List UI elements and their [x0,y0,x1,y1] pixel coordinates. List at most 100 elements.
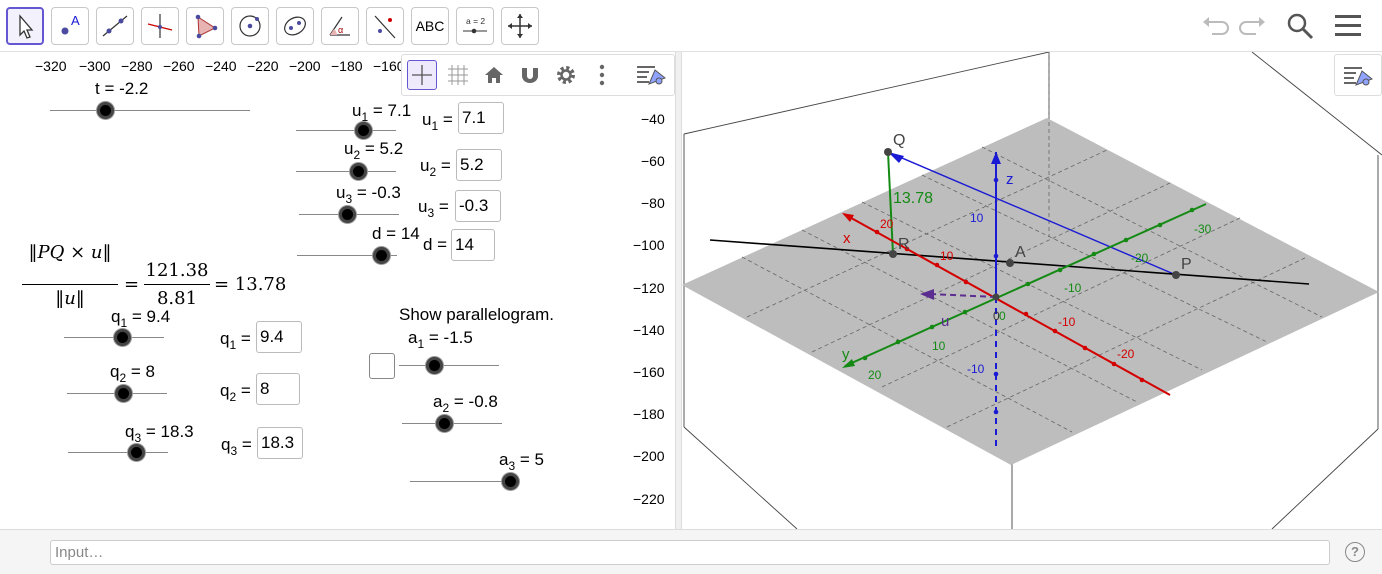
search-button[interactable] [1284,10,1316,42]
circle-tool-button[interactable] [231,7,269,45]
more-button[interactable] [587,60,617,90]
slider-q2-knob[interactable] [115,385,132,402]
input-q3-field[interactable]: 18.3 [257,427,303,459]
slider-a2-knob[interactable] [436,415,453,432]
show-parallelogram-checkbox[interactable] [369,353,395,379]
toolbar: A α ABC a = 2 [0,0,1382,52]
view-divider[interactable] [675,52,682,529]
perpendicular-line-tool-button[interactable] [141,7,179,45]
y-tick-label: -30 [1194,222,1212,236]
label-x: x [843,230,851,247]
input-q2-label: q2 = [220,381,251,404]
z-tick-label: 10 [970,211,984,225]
point-q[interactable] [884,148,892,156]
y-tick: −120 [633,280,665,296]
slider-a1-knob[interactable] [426,357,443,374]
slider-q1-label: q1 = 9.4 [111,307,171,330]
input-q2-field[interactable]: 8 [256,373,300,405]
grid-toggle-button[interactable] [443,60,473,90]
graphics-3d-style-bar-toggle[interactable] [1334,54,1382,96]
y-tick-label: -20 [1131,251,1149,265]
slider-u3-knob[interactable] [339,206,356,223]
cursor-arrow-icon [19,14,34,39]
slider-d-knob[interactable] [373,247,390,264]
y-tick: −40 [641,111,665,127]
formula-den-value: 8.81 [156,288,198,309]
input-u1-field[interactable]: 7.1 [458,102,504,134]
slider-tool-button[interactable]: a = 2 [456,7,494,45]
slider-q3-track[interactable] [68,452,168,453]
slider-u2-knob[interactable] [350,163,367,180]
text-tool-label: ABC [415,18,445,34]
label-q: Q [893,132,905,149]
style-bar-toggle-button[interactable] [634,60,670,90]
label-r: R [898,236,910,253]
main-menu-button[interactable] [1332,10,1364,42]
slider-a3-track[interactable] [410,481,510,482]
angle-tool-button[interactable]: α [321,7,359,45]
algebra-input-field[interactable]: Input… [50,540,1330,565]
polygon-tool-button[interactable] [186,7,224,45]
y-tick-label: 0 [999,309,1006,323]
home-button[interactable] [479,60,509,90]
y-tick: −180 [633,406,665,422]
input-q1-label: q1 = [220,329,251,352]
input-u2-field[interactable]: 5.2 [456,149,502,181]
scene-3d: Q R A P x y z u 13.78 0 20 10 -10 -20 -3… [682,52,1382,529]
y-tick: −80 [641,195,665,211]
reflect-tool-button[interactable] [366,7,404,45]
snap-button[interactable] [515,60,545,90]
move-tool-button[interactable] [6,7,44,45]
slider-u1-track[interactable] [296,130,396,131]
redo-button[interactable] [1238,12,1268,40]
help-icon[interactable]: ? [1345,542,1365,562]
formula-denominator: ‖u‖ [55,288,85,309]
slider-a1-track[interactable] [399,365,499,366]
slider-q3-label: q3 = 18.3 [125,422,194,445]
move-view-tool-button[interactable] [501,7,539,45]
graphics-view-2d[interactable]: −320 −300 −280 −260 −240 −220 −200 −180 … [0,52,675,529]
slider-t-track[interactable] [50,110,250,111]
angle-tool-label: α [338,25,343,35]
point-r[interactable] [889,250,897,258]
input-q1-field[interactable]: 9.4 [256,321,302,353]
perpendicular-line-icon [147,14,173,38]
slider-a3-knob[interactable] [502,473,519,490]
x-tick: −180 [331,58,363,74]
slider-u1-knob[interactable] [355,122,372,139]
slider-u2-track[interactable] [296,171,396,172]
algebra-input-bar: Input… ? [0,529,1382,574]
slider-u2-label: u2 = 5.2 [344,139,404,162]
x-tick-label: -10 [1058,315,1076,329]
text-tool-button[interactable]: ABC [411,7,449,45]
point-a[interactable] [1006,259,1014,267]
y-tick: −140 [633,322,665,338]
slider-q1-knob[interactable] [114,329,131,346]
xy-plane [682,118,1379,465]
y-tick-label: 20 [868,368,882,382]
y-tick-label: -10 [1064,281,1082,295]
input-u3-field[interactable]: -0.3 [455,190,501,222]
axes-toggle-button[interactable] [407,60,437,90]
settings-button[interactable] [551,60,581,90]
formula-equals: = [124,274,140,295]
origin-point [992,293,1000,301]
x-tick: −220 [247,58,279,74]
slider-a2-label: a2 = -0.8 [433,392,498,415]
slider-t-knob[interactable] [97,102,114,119]
undo-button[interactable] [1200,12,1230,40]
x-tick-label: 10 [940,249,954,263]
y-tick: −60 [641,153,665,169]
label-u: u [941,313,949,330]
line-tool-button[interactable] [96,7,134,45]
graphics-view-3d[interactable]: Q R A P x y z u 13.78 0 20 10 -10 -20 -3… [682,52,1382,529]
magnet-icon [522,68,538,83]
input-d-label: d = [423,235,448,254]
conic-tool-button[interactable] [276,7,314,45]
slider-q3-knob[interactable] [128,444,145,461]
input-d-field[interactable]: 14 [451,229,495,261]
y-tick-label: 10 [932,339,946,353]
point-p[interactable] [1172,271,1180,279]
circle-center-point-icon [239,15,261,37]
point-tool-button[interactable]: A [51,7,89,45]
